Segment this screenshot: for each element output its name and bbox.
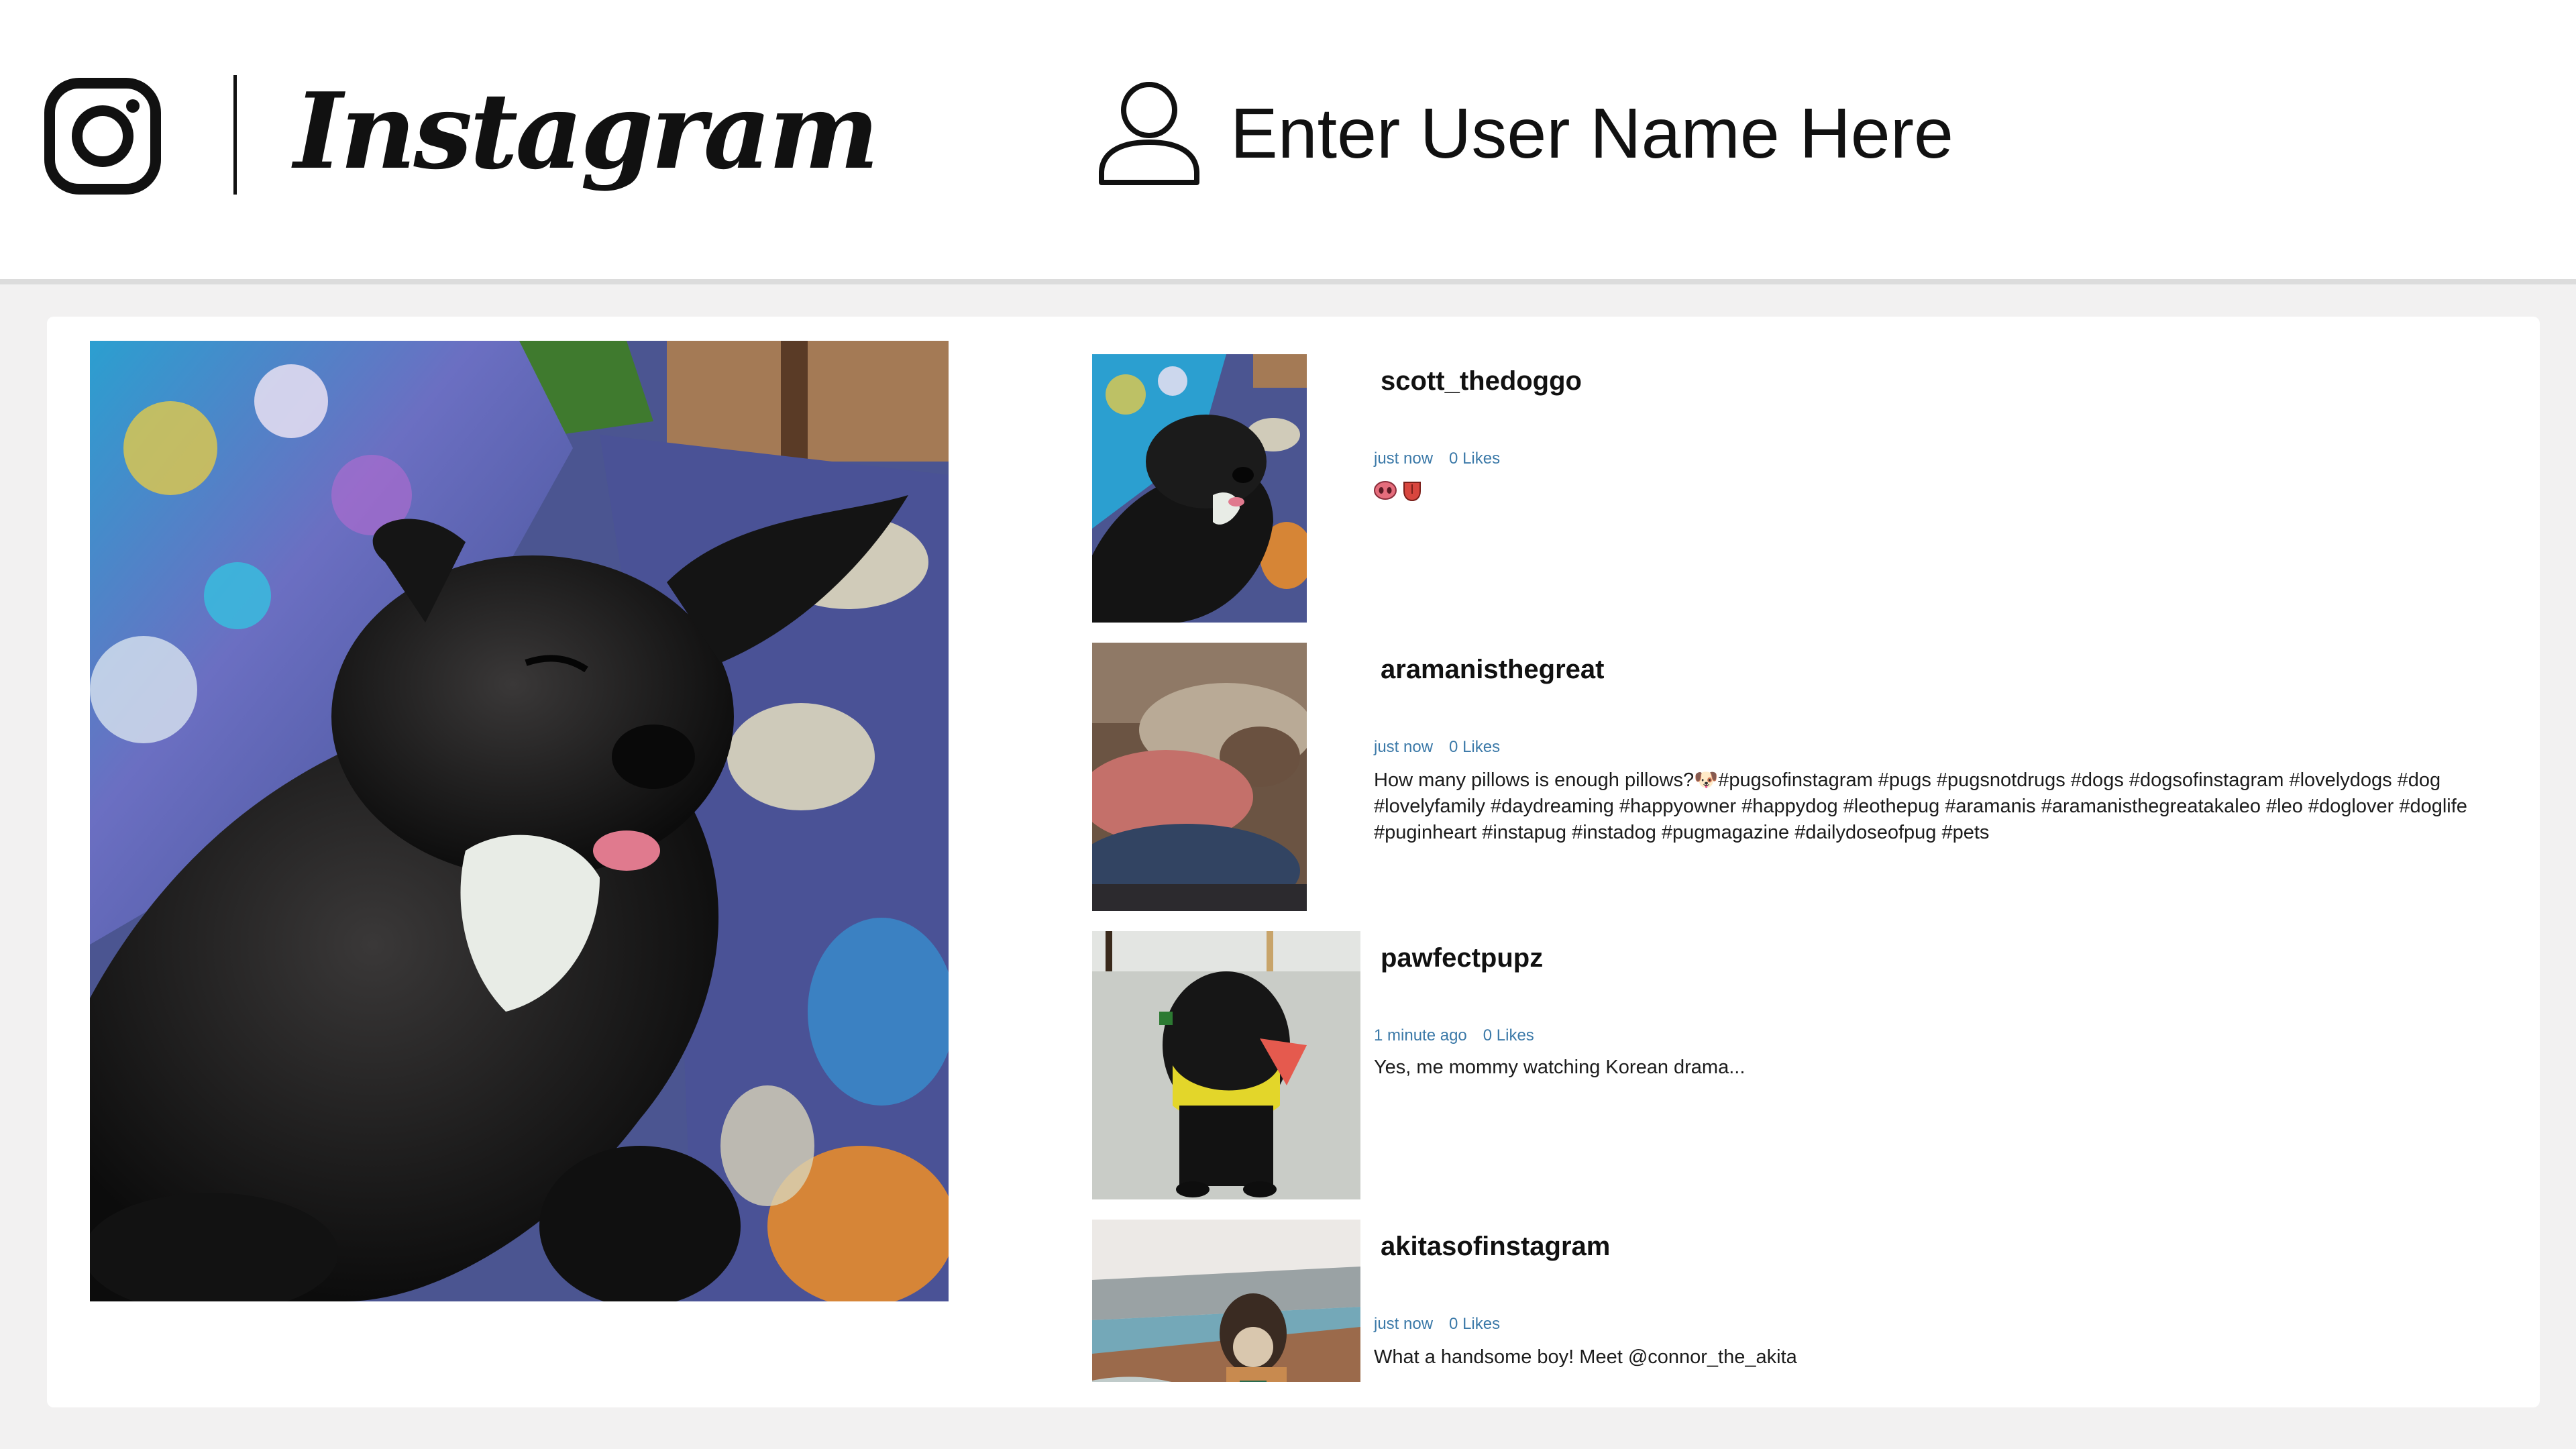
pig-nose-icon	[1374, 480, 1397, 505]
post-username[interactable]: aramanisthegreat	[1381, 652, 1604, 687]
post-caption: How many pillows is enough pillows?🐶#pug…	[1374, 769, 2467, 843]
tongue-icon	[1402, 480, 1422, 505]
post-likes[interactable]: 0 Likes	[1449, 738, 1500, 756]
selected-post-photo[interactable]	[90, 341, 949, 1301]
logo-divider	[233, 75, 237, 195]
post-item[interactable]: aramanisthegreat just now 0 Likes How man…	[1092, 643, 2521, 911]
post-likes[interactable]: 0 Likes	[1449, 1315, 1500, 1333]
post-item[interactable]: pawfectpupz 1 minute ago 0 Likes Yes, me …	[1092, 931, 2521, 1199]
post-timestamp: just now	[1374, 1315, 1434, 1333]
post-item[interactable]: scott_thedoggo just now 0 Likes	[1092, 354, 2521, 623]
post-thumbnail[interactable]	[1092, 354, 1307, 623]
post-thumbnail[interactable]	[1092, 931, 1360, 1199]
app-header: Instagram Enter User Name Here	[0, 0, 2576, 284]
post-meta: 1 minute ago 0 Likes	[1374, 1025, 1550, 1046]
post-meta: just now 0 Likes	[1374, 1313, 1516, 1335]
post-username[interactable]: pawfectpupz	[1381, 941, 1543, 975]
user-icon[interactable]	[1097, 80, 1201, 185]
post-thumbnail[interactable]	[1092, 643, 1307, 911]
post-feed[interactable]: scott_thedoggo just now 0 Likes aramanis…	[1092, 341, 2521, 1382]
instagram-logo-icon[interactable]	[44, 78, 161, 195]
post-username[interactable]: scott_thedoggo	[1381, 364, 1582, 398]
post-timestamp: just now	[1374, 449, 1434, 468]
post-timestamp: just now	[1374, 738, 1434, 756]
post-caption: What a handsome boy! Meet @connor_the_ak…	[1374, 1346, 1797, 1368]
content-panel: scott_thedoggo just now 0 Likes aramanis…	[47, 317, 2540, 1407]
post-username[interactable]: akitasofinstagram	[1381, 1229, 1610, 1264]
post-caption: Yes, me mommy watching Korean drama...	[1374, 1057, 1746, 1078]
post-caption-emojis	[1374, 480, 1422, 505]
instagram-wordmark: Instagram	[294, 70, 879, 193]
post-likes[interactable]: 0 Likes	[1449, 449, 1500, 468]
post-meta: just now 0 Likes	[1374, 737, 1516, 758]
post-likes[interactable]: 0 Likes	[1483, 1026, 1534, 1044]
post-item[interactable]: akitasofinstagram just now 0 Likes What a…	[1092, 1220, 2521, 1382]
post-timestamp: 1 minute ago	[1374, 1026, 1467, 1044]
user-name-label[interactable]: Enter User Name Here	[1230, 90, 1953, 177]
post-meta: just now 0 Likes	[1374, 448, 1516, 470]
post-thumbnail[interactable]	[1092, 1220, 1360, 1382]
